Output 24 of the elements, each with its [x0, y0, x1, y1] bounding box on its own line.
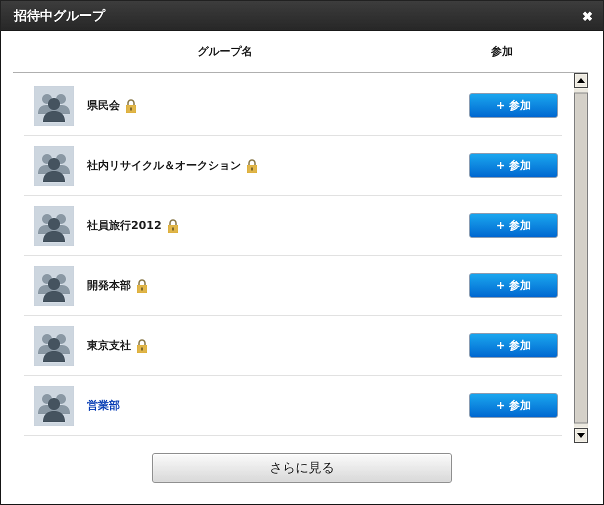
window-title: 招待中グループ — [14, 8, 105, 25]
group-name: 東京支社 — [87, 338, 131, 353]
column-header: 参加 — [490, 44, 514, 59]
group-name: 社員旅行2012 — [87, 218, 162, 233]
close-button[interactable]: ✖ — [582, 8, 593, 24]
scrollbar[interactable] — [574, 73, 588, 443]
join-button[interactable]: + 参加 — [469, 333, 558, 358]
group-avatar-icon — [34, 386, 74, 426]
group-avatar-icon — [34, 266, 74, 306]
join-button[interactable]: + 参加 — [469, 93, 558, 118]
join-button[interactable]: + 参加 — [469, 393, 558, 418]
see-more-button[interactable]: さらに見る — [152, 453, 452, 483]
group-avatar-icon — [34, 326, 74, 366]
join-button[interactable]: + 参加 — [469, 153, 558, 178]
group-avatar-icon — [34, 206, 74, 246]
join-button[interactable]: + 参加 — [469, 213, 558, 238]
group-name: 社内リサイクル＆オークション — [87, 158, 241, 173]
group-avatar-icon — [34, 146, 74, 186]
group-name-link[interactable]: 営業部 — [87, 398, 120, 413]
column-header: グループ名 — [196, 44, 254, 59]
group-avatar-icon — [34, 86, 74, 126]
group-name: 県民会 — [87, 98, 120, 113]
group-name: 開発本部 — [87, 278, 131, 293]
join-button[interactable]: + 参加 — [469, 273, 558, 298]
